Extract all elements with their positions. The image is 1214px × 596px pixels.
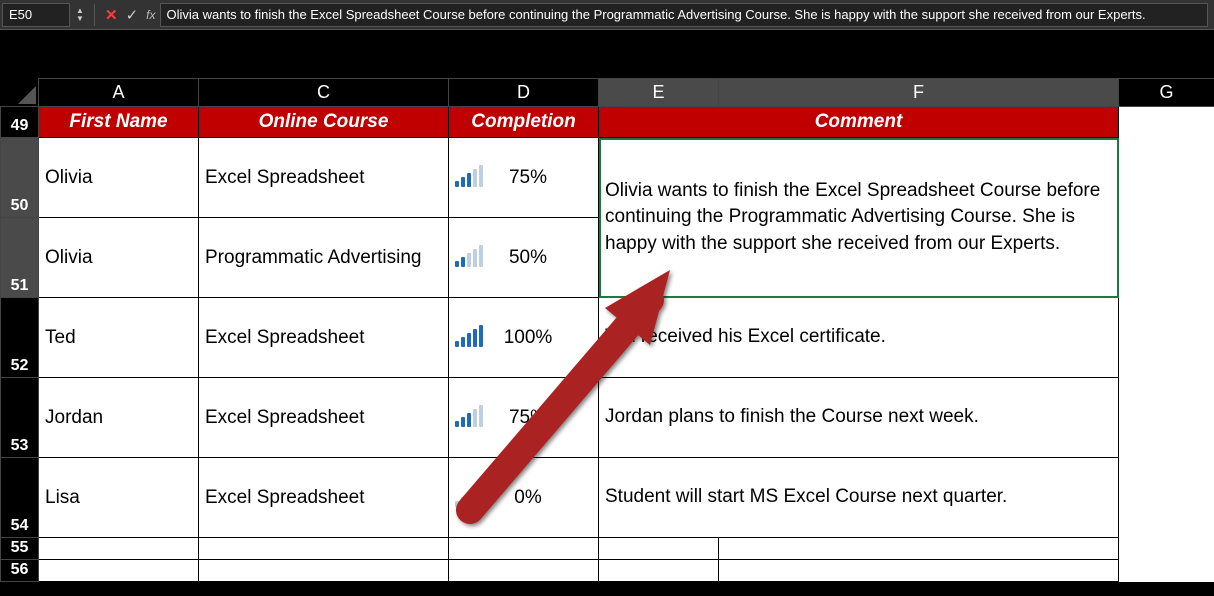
cell-G54[interactable] <box>1119 458 1214 538</box>
cell-A55[interactable] <box>39 538 199 560</box>
header-comment[interactable]: Comment <box>599 107 1119 138</box>
header-online-course[interactable]: Online Course <box>199 107 449 138</box>
cell-C55[interactable] <box>199 538 449 560</box>
spreadsheet-grid: A C D E F G 49First NameOnline CourseCom… <box>0 78 1214 582</box>
name-box-stepper[interactable]: ▲ ▼ <box>72 3 88 27</box>
cell-D54[interactable]: 0% <box>449 458 599 538</box>
cell-C54[interactable]: Excel Spreadsheet <box>199 458 449 538</box>
col-header-F[interactable]: F <box>719 79 1119 107</box>
cell-E55[interactable] <box>599 538 719 560</box>
cell-D50[interactable]: 75% <box>449 138 599 218</box>
formula-bar: E50 ▲ ▼ ✕ ✓ fx Olivia wants to finish th… <box>0 0 1214 30</box>
cell-A50[interactable]: Olivia <box>39 138 199 218</box>
cell-E56[interactable] <box>599 560 719 582</box>
cell-C53[interactable]: Excel Spreadsheet <box>199 378 449 458</box>
signal-bars-icon <box>455 407 483 427</box>
cell-C52[interactable]: Excel Spreadsheet <box>199 298 449 378</box>
signal-bars-icon <box>455 487 483 507</box>
cell-A56[interactable] <box>39 560 199 582</box>
cell-E52[interactable]: Ted received his Excel certificate. <box>599 298 1119 378</box>
cell-C50[interactable]: Excel Spreadsheet <box>199 138 449 218</box>
cell-C51[interactable]: Programmatic Advertising <box>199 218 449 298</box>
cell-A54[interactable]: Lisa <box>39 458 199 538</box>
cell-E54[interactable]: Student will start MS Excel Course next … <box>599 458 1119 538</box>
row-header-55[interactable]: 55 <box>1 538 39 560</box>
cell-D55[interactable] <box>449 538 599 560</box>
formula-input[interactable]: Olivia wants to finish the Excel Spreads… <box>160 3 1209 27</box>
row-header-54[interactable]: 54 <box>1 458 39 538</box>
col-header-G[interactable]: G <box>1119 79 1214 107</box>
cell-F55[interactable] <box>719 538 1119 560</box>
col-header-D[interactable]: D <box>449 79 599 107</box>
fx-icon[interactable]: fx <box>146 8 155 22</box>
col-header-E[interactable]: E <box>599 79 719 107</box>
signal-bars-icon <box>455 327 483 347</box>
cell-A53[interactable]: Jordan <box>39 378 199 458</box>
cell-D51[interactable]: 50% <box>449 218 599 298</box>
cell-C56[interactable] <box>199 560 449 582</box>
cancel-icon[interactable]: ✕ <box>105 6 118 24</box>
cell-F56[interactable] <box>719 560 1119 582</box>
cell-G56[interactable] <box>1119 560 1214 582</box>
cell-E50[interactable]: Olivia wants to finish the Excel Spreads… <box>599 138 1119 298</box>
cell-D53[interactable]: 75% <box>449 378 599 458</box>
header-first-name[interactable]: First Name <box>39 107 199 138</box>
signal-bars-icon <box>455 167 483 187</box>
cell-A51[interactable]: Olivia <box>39 218 199 298</box>
col-header-A[interactable]: A <box>39 79 199 107</box>
signal-bars-icon <box>455 247 483 267</box>
header-completion[interactable]: Completion <box>449 107 599 138</box>
cell-D56[interactable] <box>449 560 599 582</box>
cell-G49[interactable] <box>1119 107 1214 138</box>
accept-icon[interactable]: ✓ <box>126 6 139 24</box>
cell-G53[interactable] <box>1119 378 1214 458</box>
row-header-56[interactable]: 56 <box>1 560 39 582</box>
col-header-C[interactable]: C <box>199 79 449 107</box>
cell-G51[interactable] <box>1119 218 1214 298</box>
row-header-49[interactable]: 49 <box>1 107 39 138</box>
name-box[interactable]: E50 <box>2 3 70 27</box>
select-all-corner[interactable] <box>1 79 39 107</box>
cell-D52[interactable]: 100% <box>449 298 599 378</box>
cell-E53[interactable]: Jordan plans to finish the Course next w… <box>599 378 1119 458</box>
row-header-50[interactable]: 50 <box>1 138 39 218</box>
cell-A52[interactable]: Ted <box>39 298 199 378</box>
stepper-down-icon[interactable]: ▼ <box>72 15 88 23</box>
row-header-51[interactable]: 51 <box>1 218 39 298</box>
row-header-53[interactable]: 53 <box>1 378 39 458</box>
cell-G50[interactable] <box>1119 138 1214 218</box>
row-header-52[interactable]: 52 <box>1 298 39 378</box>
cell-G52[interactable] <box>1119 298 1214 378</box>
cell-G55[interactable] <box>1119 538 1214 560</box>
